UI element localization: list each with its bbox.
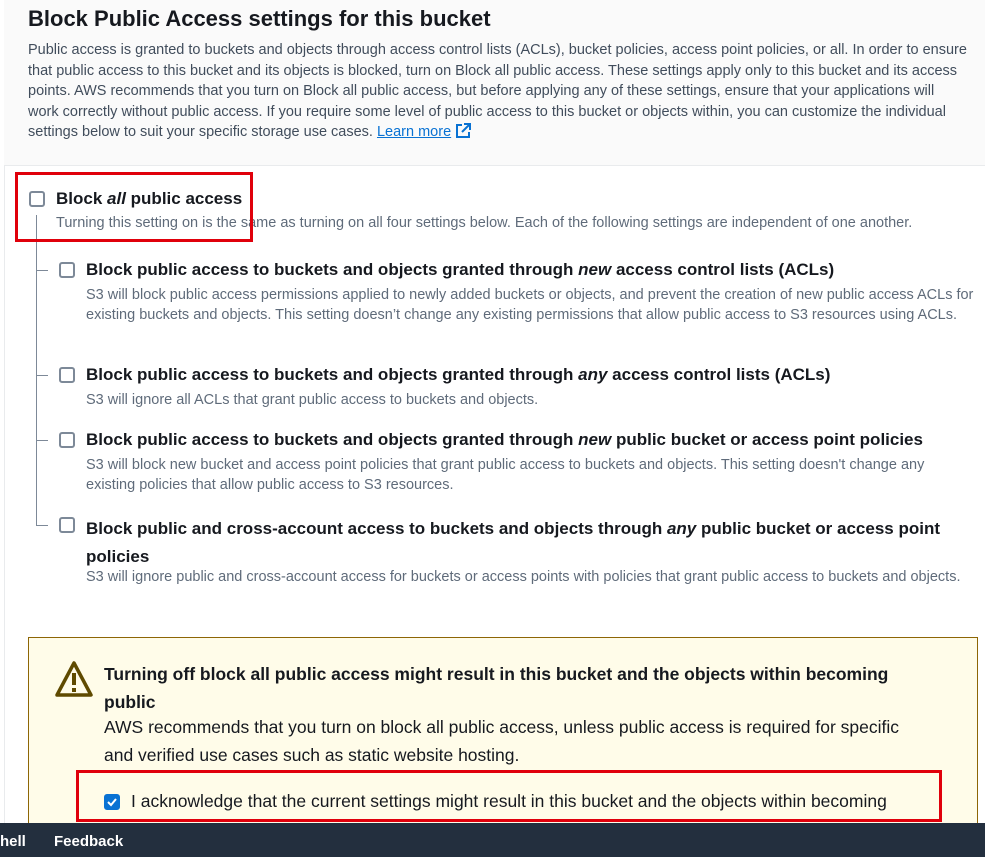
tree-branch: [36, 375, 48, 376]
block-new-policies-label[interactable]: Block public access to buckets and objec…: [86, 430, 923, 450]
feedback-link[interactable]: Feedback: [54, 833, 123, 850]
highlight-box: [15, 172, 253, 242]
block-any-acls-checkbox[interactable]: [59, 367, 75, 383]
description-text: Public access is granted to buckets and …: [28, 42, 967, 140]
tree-branch: [36, 440, 48, 441]
tree-branch: [36, 525, 48, 526]
block-any-policies-checkbox[interactable]: [59, 517, 75, 533]
block-any-acls-label[interactable]: Block public access to buckets and objec…: [86, 365, 830, 385]
warning-title: Turning off block all public access migh…: [104, 664, 889, 712]
block-new-policies-description: S3 will block new bucket and access poin…: [86, 457, 925, 493]
block-any-acls-description: S3 will ignore all ACLs that grant publi…: [86, 392, 539, 408]
console-footer: hell Feedback: [0, 823, 985, 857]
highlight-box: [76, 770, 942, 822]
external-link-icon[interactable]: [455, 123, 472, 146]
block-new-acls-description: S3 will block public access permissions …: [86, 287, 974, 323]
warning-triangle-icon: [54, 660, 94, 703]
block-new-acls-checkbox[interactable]: [59, 262, 75, 278]
tree-line: [36, 215, 37, 526]
section-description: Public access is granted to buckets and …: [28, 40, 968, 146]
block-new-acls-label[interactable]: Block public access to buckets and objec…: [86, 260, 834, 280]
block-any-policies-label[interactable]: Block public and cross-account access to…: [86, 515, 966, 571]
block-new-policies-checkbox[interactable]: [59, 432, 75, 448]
cloudshell-link[interactable]: hell: [0, 833, 26, 850]
block-any-policies-description: S3 will ignore public and cross-account …: [86, 569, 961, 585]
page-title: Block Public Access settings for this bu…: [28, 6, 491, 31]
warning-description: AWS recommends that you turn on block al…: [104, 717, 899, 765]
learn-more-link[interactable]: Learn more: [377, 124, 451, 140]
tree-branch: [36, 270, 48, 271]
